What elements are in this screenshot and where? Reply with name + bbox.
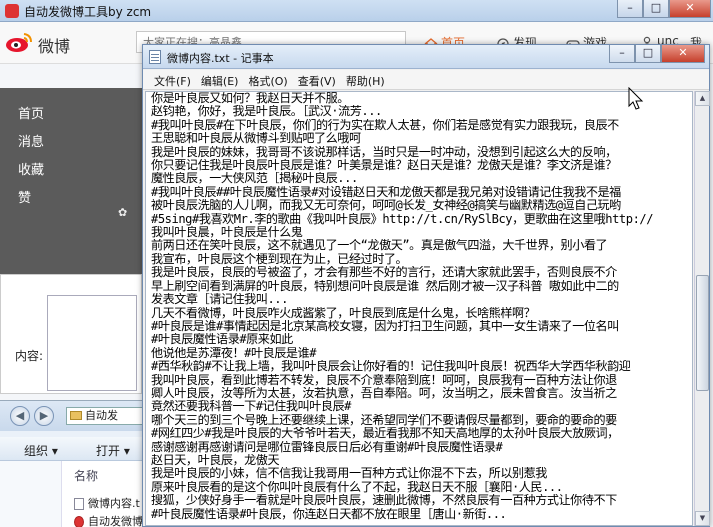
close-button[interactable]: ✕ <box>669 0 711 18</box>
text-line: 你是叶良辰又如何？我赵日天并不服。 <box>151 92 349 105</box>
gear-icon[interactable]: ✿ <box>118 206 127 219</box>
text-line: 前两日还在笑叶良辰，这不就遇见了一个“龙傲天”。真是傲气四溢，大千世界，别小看了 <box>151 239 608 253</box>
maximize-button[interactable]: □ <box>635 45 661 63</box>
notepad-window-controls: – □ ✕ <box>609 45 705 63</box>
text-line: 我宣布，叶良辰这个梗到现在为止，已经过时了。 <box>151 252 408 266</box>
explorer-toolbar: 组织 ▾ 打开 ▾ <box>0 437 160 461</box>
menu-edit[interactable]: 编辑(E) <box>196 70 244 89</box>
text-line: 我是叶良辰，良辰的号被盗了，才会有那些不好的言行，还请大家就此罢手，否则良辰不介 <box>151 266 617 280</box>
text-line: #我叫叶良辰##叶良辰魔性语录#对设错赵日天和龙傲天都是我兄弟对设错请记住我我不… <box>151 185 621 199</box>
text-file-icon <box>74 498 84 510</box>
text-line: 我叫叶良晨，叶良辰是什么鬼 <box>151 226 303 240</box>
content-label: 内容: <box>15 349 44 363</box>
notepad-icon <box>149 50 161 64</box>
text-line: 发表文章［请记住我叫... <box>151 293 288 307</box>
text-line: #网红四少#我是叶良辰的大爷爷叶若天，最近看我那不知天高地厚的太孙叶良辰大放厥词… <box>151 427 619 441</box>
text-line: 我是叶良辰的小妹，信不信我让我哥用一百种方式让你混不下去，所以别惹我 <box>151 467 547 481</box>
column-header-name[interactable]: 名称 <box>74 467 98 484</box>
tool-window-controls: – □ ✕ <box>617 0 711 18</box>
app-icon <box>5 4 19 18</box>
folder-icon <box>70 411 82 420</box>
text-line: 我是叶良辰的妹妹，我哥哥不该说那样话，当时只是一时冲动，没想到引起这么大的反响， <box>151 145 617 159</box>
forward-button[interactable]: ▶ <box>34 406 54 426</box>
text-line: 早上刷空间看到满屏的叶良辰，特别想问叶良辰是谁 然后刚才被一汉子科普 嗷如此中二… <box>151 279 619 293</box>
sidebar-item-favorites[interactable]: 收藏 <box>0 158 142 184</box>
scroll-up-icon[interactable]: ▲ <box>695 91 710 106</box>
explorer-window: ◀ ▶ 自动发 组织 ▾ 打开 ▾ 名称 微博内容.t 自动发微博 <box>0 400 160 527</box>
text-line: #我叫叶良辰#在下叶良辰，你们的行为实在欺人太甚，你们若是感觉有实力跟我玩，良辰… <box>151 118 619 132</box>
text-line: 哪个天三的到三个号晚上还要继续上课，还希望同学们不要请假尽量都到，要命的要命的要 <box>151 413 617 427</box>
text-line: 我叫叶良辰，看到此博若不转发，良辰不介意奉陪到底！呵呵，良辰我有一百种方法让你退 <box>151 373 617 387</box>
menu-file[interactable]: 文件(F) <box>149 70 196 89</box>
file-item[interactable]: 自动发微博 <box>74 513 143 527</box>
tool-titlebar: 自动发微博工具by zcm – □ ✕ <box>0 0 713 22</box>
weibo-logo-icon <box>6 33 32 52</box>
weibo-brand: 微博 <box>38 37 71 56</box>
text-line: 卿人叶良辰，汝等所为太甚，汝若执意，吾自奉陪。呵，汝当明之，辰未曾食言。汝当祈之 <box>151 386 617 400</box>
notepad-text-area[interactable]: 你是叶良辰又如何？我赵日天并不服。 赵钧艳，你好，我是叶良辰。［武汉·流芳... #… <box>145 91 693 526</box>
close-button[interactable]: ✕ <box>661 45 705 63</box>
text-line: 搜狐，少侠好身手一看就是叶良辰叶良辰，速删此微博，不然良辰有一百种方式让你待不下 <box>151 494 617 508</box>
text-line: #叶良辰魔性语录#叶良辰，你连赵日天都不放在眼里［唐山·新街... <box>151 507 507 521</box>
sidebar-item-home[interactable]: 首页 <box>0 102 142 128</box>
notepad-title: 微博内容.txt - 记事本 <box>167 52 274 65</box>
scroll-thumb[interactable] <box>696 275 709 391</box>
menu-format[interactable]: 格式(O) <box>243 70 292 89</box>
menu-help[interactable]: 帮助(H) <box>341 70 390 89</box>
mouse-cursor-icon <box>628 87 644 110</box>
tool-title: 自动发微博工具by zcm <box>24 5 152 19</box>
sidebar-item-messages[interactable]: 消息 <box>0 130 142 156</box>
text-line: 他说他是苏潭夜！#叶良辰是谁# <box>151 346 317 360</box>
explorer-file-list: 名称 微博内容.t 自动发微博 <box>0 461 160 527</box>
explorer-nav-pane <box>0 461 62 527</box>
text-line: 几天不看微博，叶良辰咋火成酱紫了，叶良辰到底是什么鬼，长啥熊样啊？ <box>151 306 536 320</box>
open-button[interactable]: 打开 ▾ <box>96 442 130 459</box>
text-line: 原来叶良辰看的是这个你叫叶良辰有什么了不起，我赵日天不服［襄阳·人民... <box>151 480 563 494</box>
vertical-scrollbar[interactable]: ▲ ▼ <box>694 91 710 526</box>
weibo-sidebar: 首页 消息 收藏 赞 ✿ <box>0 88 142 274</box>
file-item[interactable]: 微博内容.t <box>74 495 140 511</box>
scroll-down-icon[interactable]: ▼ <box>695 511 710 526</box>
text-line: #西华秋韵#不让我上墙，我叫叶良辰会让你好看的！记住我叫叶良辰！祝西华大学西华秋… <box>151 360 631 374</box>
explorer-address-bar: ◀ ▶ 自动发 <box>0 401 160 431</box>
menu-view[interactable]: 查看(V) <box>293 70 341 89</box>
organize-button[interactable]: 组织 ▾ <box>24 442 58 459</box>
minimize-button[interactable]: – <box>617 0 643 18</box>
text-line: #5sing#我喜欢Mr.李的歌曲《我叫叶良辰》http://t.cn/RySl… <box>151 212 654 226</box>
text-line: 被叶良辰洗脑的人儿啊，而我又无可奈何，呵呵@长发_女神经@搞笑与幽默精选@逗自己… <box>151 199 621 213</box>
text-line: #叶良辰魔性语录#原来如此 <box>151 333 293 347</box>
text-line: 王思聪和叶良辰从微博斗到贴吧了么哦呵 <box>151 132 361 146</box>
text-line: 赵日天，叶良辰，龙傲天 <box>151 453 280 467</box>
content-textarea[interactable] <box>47 295 137 391</box>
minimize-button[interactable]: – <box>609 45 635 63</box>
text-line: 竟然还要我科普一下#记住我叫叶良辰# <box>151 400 351 414</box>
text-line: 魔性良辰，一大侠风范［揭秘叶良辰... <box>151 172 358 186</box>
content-panel: 内容: <box>0 274 142 394</box>
text-line: 你只要记住我是叶良辰叶良辰是谁？叶美景是谁？赵日天是谁？龙傲天是谁？李文济是谁？ <box>151 159 617 173</box>
back-button[interactable]: ◀ <box>10 406 30 426</box>
text-line: 感谢感谢再感谢请问是哪位雷锋良辰日后必有重谢#叶良辰魔性语录# <box>151 440 503 454</box>
notepad-window: 微博内容.txt - 记事本 – □ ✕ 文件(F) 编辑(E) 格式(O) 查… <box>142 44 710 527</box>
text-line: #叶良辰是谁#事情起因是北京某高校女寝，因为打扫卫生问题，其中一女生请来了一位名… <box>151 319 619 333</box>
maximize-button[interactable]: □ <box>643 0 669 18</box>
app-icon <box>74 516 84 527</box>
notepad-menubar: 文件(F) 编辑(E) 格式(O) 查看(V) 帮助(H) <box>143 70 709 90</box>
text-line: 赵钧艳，你好，我是叶良辰。［武汉·流芳... <box>151 105 382 119</box>
notepad-titlebar: 微博内容.txt - 记事本 – □ ✕ <box>143 45 709 69</box>
